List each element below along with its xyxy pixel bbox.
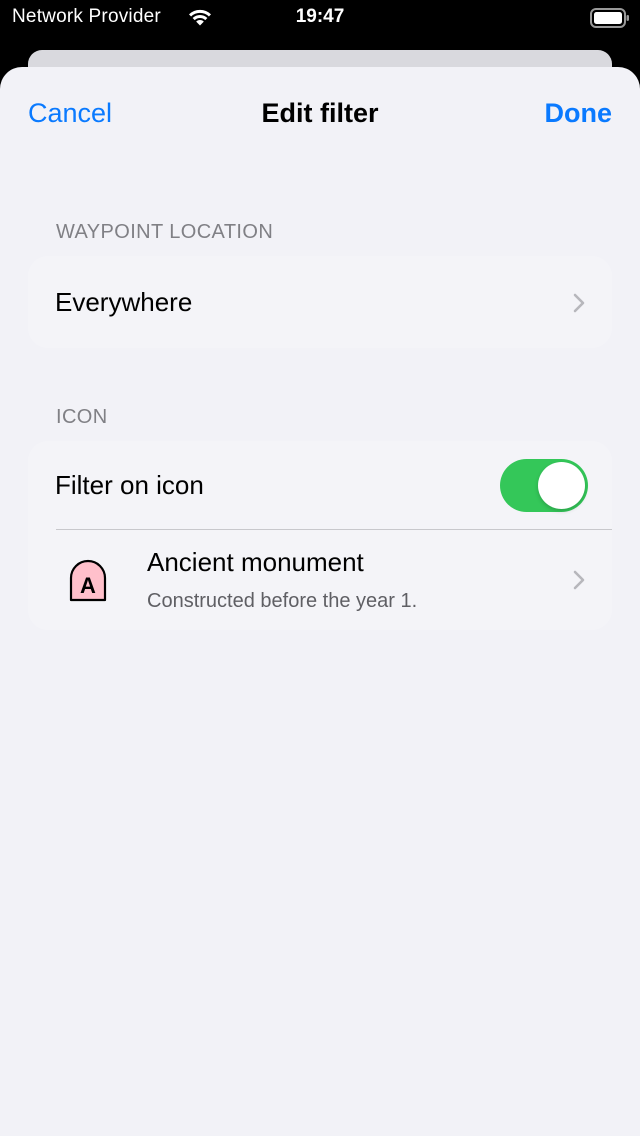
icon-group: Filter on icon A Ancient monument Constr… bbox=[28, 441, 612, 630]
navigation-bar: Cancel Edit filter Done bbox=[0, 67, 640, 167]
filter-on-icon-toggle[interactable] bbox=[500, 459, 588, 512]
toggle-knob bbox=[538, 462, 585, 509]
filter-on-icon-row: Filter on icon bbox=[28, 441, 612, 530]
waypoint-location-value: Everywhere bbox=[55, 287, 193, 317]
chevron-right-icon bbox=[573, 293, 585, 313]
done-button[interactable]: Done bbox=[545, 98, 613, 129]
battery-icon bbox=[590, 8, 629, 28]
ancient-monument-icon: A bbox=[69, 559, 107, 602]
filter-on-icon-label: Filter on icon bbox=[55, 470, 204, 500]
icon-title: Ancient monument bbox=[147, 547, 364, 577]
clock: 19:47 bbox=[295, 6, 345, 27]
waypoint-location-group: Everywhere bbox=[28, 256, 612, 348]
edit-filter-sheet: Cancel Edit filter Done WAYPOINT LOCATIO… bbox=[0, 67, 640, 1136]
icon-letter: A bbox=[80, 573, 96, 598]
selected-icon-row[interactable]: A Ancient monument Constructed before th… bbox=[28, 530, 612, 630]
chevron-right-icon bbox=[573, 570, 585, 590]
screen: Network Provider 19:47 Cancel Edit filte… bbox=[0, 0, 640, 1136]
waypoint-location-row[interactable]: Everywhere bbox=[28, 256, 612, 348]
icon-subtitle: Constructed before the year 1. bbox=[147, 590, 418, 612]
icon-section-header: ICON bbox=[56, 406, 108, 428]
cancel-button[interactable]: Cancel bbox=[28, 98, 112, 129]
waypoint-location-header: WAYPOINT LOCATION bbox=[56, 221, 274, 243]
status-bar: Network Provider 19:47 bbox=[0, 0, 640, 40]
